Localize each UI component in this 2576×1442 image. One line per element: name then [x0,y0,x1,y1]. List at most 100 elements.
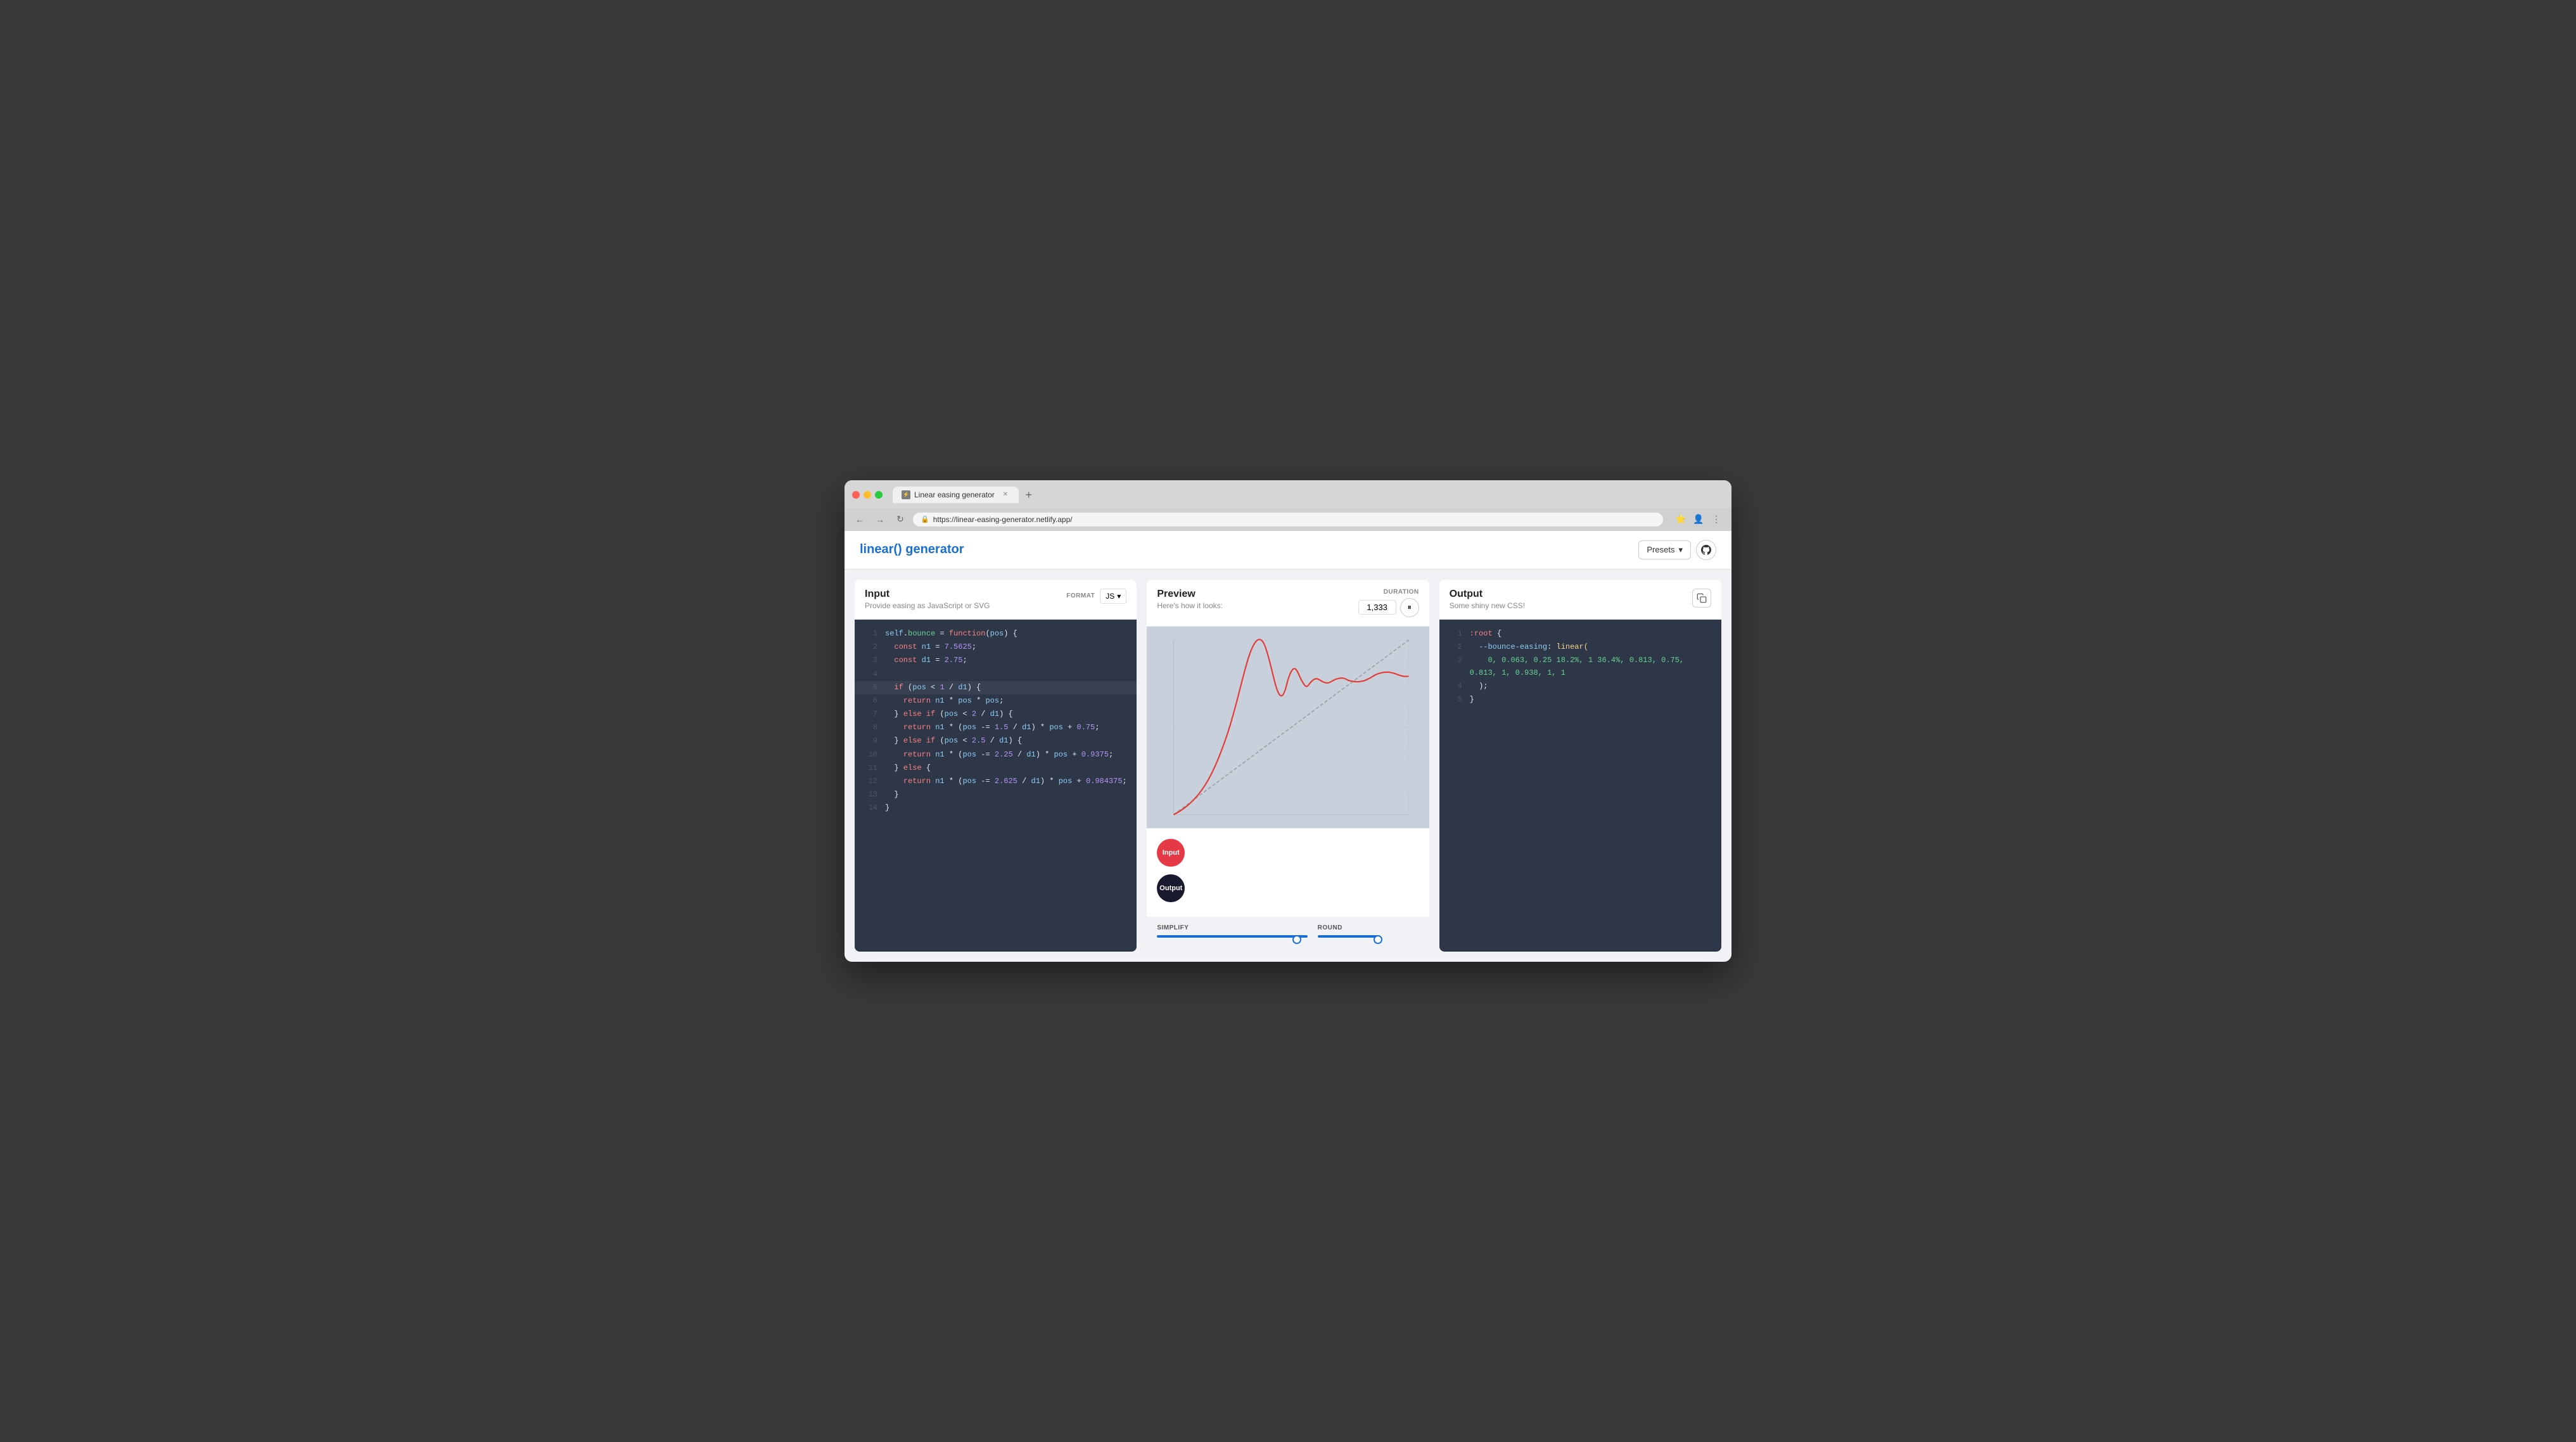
round-slider-thumb[interactable] [1374,935,1382,944]
main-panels: Input Provide easing as JavaScript or SV… [845,570,1731,962]
url-text: https://linear-easing-generator.netlify.… [933,515,1073,524]
simplify-slider-thumb[interactable] [1292,935,1301,944]
output-line-5: 5 } [1439,693,1721,706]
traffic-light-close[interactable] [852,491,860,499]
duration-label: DURATION [1384,589,1419,596]
input-ball[interactable]: Input [1157,839,1185,867]
output-panel-subtitle: Some shiny new CSS! [1450,601,1525,610]
app-logo: linear() generator [860,542,964,557]
simplify-slider-track-container [1157,935,1307,944]
menu-button[interactable]: ⋮ [1709,512,1724,527]
tab-favicon: ⚡ [902,490,910,499]
easing-chart-svg [1147,627,1429,828]
browser-tab-active[interactable]: ⚡ Linear easing generator ✕ [893,487,1019,503]
code-line-2: 2 const n1 = 7.5625; [855,641,1137,654]
round-label: ROUND [1318,924,1419,931]
input-panel-subtitle: Provide easing as JavaScript or SVG [865,601,990,610]
format-value: JS [1106,592,1114,601]
output-line-3: 3 0, 0.063, 0.25 18.2%, 1 36.4%, 0.813, … [1439,654,1721,679]
code-line-11: 11 } else { [855,762,1137,775]
code-line-4: 4 [855,668,1137,681]
code-line-6: 6 return n1 * pos * pos; [855,694,1137,708]
browser-controls: ⚡ Linear easing generator ✕ + [852,487,1724,503]
output-panel-header: Output Some shiny new CSS! [1439,580,1721,620]
round-slider-track-container [1318,935,1419,944]
browser-titlebar: ⚡ Linear easing generator ✕ + [845,480,1731,508]
preview-panel-title: Preview [1157,589,1223,600]
input-panel-header: Input Provide easing as JavaScript or SV… [855,580,1137,620]
code-editor[interactable]: 1 self.bounce = function(pos) { 2 const … [855,620,1137,952]
input-ball-row: Input [1157,839,1419,867]
duration-input[interactable] [1358,600,1396,615]
pause-icon: ⏸ [1408,603,1412,612]
input-format-controls: FORMAT JS ▾ [1066,589,1126,604]
output-panel-info: Output Some shiny new CSS! [1450,589,1525,610]
code-line-14: 14 } [855,801,1137,815]
code-line-13: 13 } [855,788,1137,801]
presets-chevron-icon: ▾ [1678,545,1683,555]
github-button[interactable] [1696,540,1716,560]
app-header: linear() generator Presets ▾ [845,531,1731,570]
traffic-lights [852,491,883,499]
output-line-4: 4 ); [1439,680,1721,693]
play-pause-button[interactable]: ⏸ [1400,598,1419,617]
presets-label: Presets [1647,545,1674,554]
github-icon [1701,545,1711,555]
browser-addressbar: ← → ↻ 🔒 https://linear-easing-generator.… [845,508,1731,531]
lock-icon: 🔒 [921,515,929,523]
round-slider-track[interactable] [1318,935,1379,938]
code-line-12: 12 return n1 * (pos -= 2.625 / d1) * pos… [855,775,1137,788]
preview-panel-header: Preview Here's how it looks: DURATION ⏸ [1147,580,1429,627]
preview-panel-info: Preview Here's how it looks: [1157,589,1223,610]
forward-button[interactable]: → [872,512,888,527]
easing-chart [1147,627,1429,828]
tab-title: Linear easing generator [914,490,995,499]
code-line-5: 5 if (pos < 1 / d1) { [855,681,1137,694]
code-line-9: 9 } else if (pos < 2.5 / d1) { [855,734,1137,748]
new-tab-button[interactable]: + [1021,488,1036,503]
format-select[interactable]: JS ▾ [1100,589,1126,604]
browser-actions: ⭐ 👤 ⋮ [1673,512,1724,527]
presets-button[interactable]: Presets ▾ [1638,540,1691,559]
app-content: linear() generator Presets ▾ Inp [845,531,1731,962]
duration-control: DURATION ⏸ [1358,589,1419,617]
output-panel-title: Output [1450,589,1525,600]
traffic-light-fullscreen[interactable] [875,491,883,499]
simplify-slider-group: SIMPLIFY [1157,924,1307,944]
code-line-8: 8 return n1 * (pos -= 1.5 / d1) * pos + … [855,721,1137,734]
input-ball-label: Input [1163,849,1180,857]
extensions-button[interactable]: ⭐ [1673,512,1688,527]
back-button[interactable]: ← [852,512,867,527]
browser-tabs: ⚡ Linear easing generator ✕ + [893,487,1724,503]
browser-window: ⚡ Linear easing generator ✕ + ← → ↻ 🔒 ht… [845,480,1731,962]
address-bar[interactable]: 🔒 https://linear-easing-generator.netlif… [913,513,1663,526]
output-code: 1 :root { 2 --bounce-easing: linear( 3 0… [1439,620,1721,952]
preview-panel: Preview Here's how it looks: DURATION ⏸ [1147,580,1429,952]
copy-icon [1697,593,1707,603]
input-panel-info: Input Provide easing as JavaScript or SV… [865,589,990,610]
output-line-2: 2 --bounce-easing: linear( [1439,641,1721,654]
profile-button[interactable]: 👤 [1691,512,1706,527]
animation-area: Input Output [1147,828,1429,917]
round-slider-group: ROUND [1318,924,1419,944]
traffic-light-minimize[interactable] [864,491,871,499]
format-label: FORMAT [1066,592,1095,599]
duration-controls: ⏸ [1358,598,1419,617]
preview-panel-subtitle: Here's how it looks: [1157,601,1223,610]
code-line-3: 3 const d1 = 2.75; [855,654,1137,667]
simplify-slider-track[interactable] [1157,935,1307,938]
code-line-1: 1 self.bounce = function(pos) { [855,627,1137,641]
copy-button[interactable] [1692,589,1711,608]
simplify-label: SIMPLIFY [1157,924,1307,931]
input-panel-title: Input [865,589,990,600]
output-ball-label: Output [1159,884,1182,892]
format-chevron-icon: ▾ [1117,592,1121,601]
sliders-area: SIMPLIFY ROUND [1147,917,1429,952]
output-ball[interactable]: Output [1157,874,1185,902]
output-line-1: 1 :root { [1439,627,1721,641]
code-line-7: 7 } else if (pos < 2 / d1) { [855,708,1137,721]
reload-button[interactable]: ↻ [893,512,908,527]
input-panel: Input Provide easing as JavaScript or SV… [855,580,1137,952]
tab-close-button[interactable]: ✕ [1001,490,1010,499]
output-ball-row: Output [1157,874,1419,902]
